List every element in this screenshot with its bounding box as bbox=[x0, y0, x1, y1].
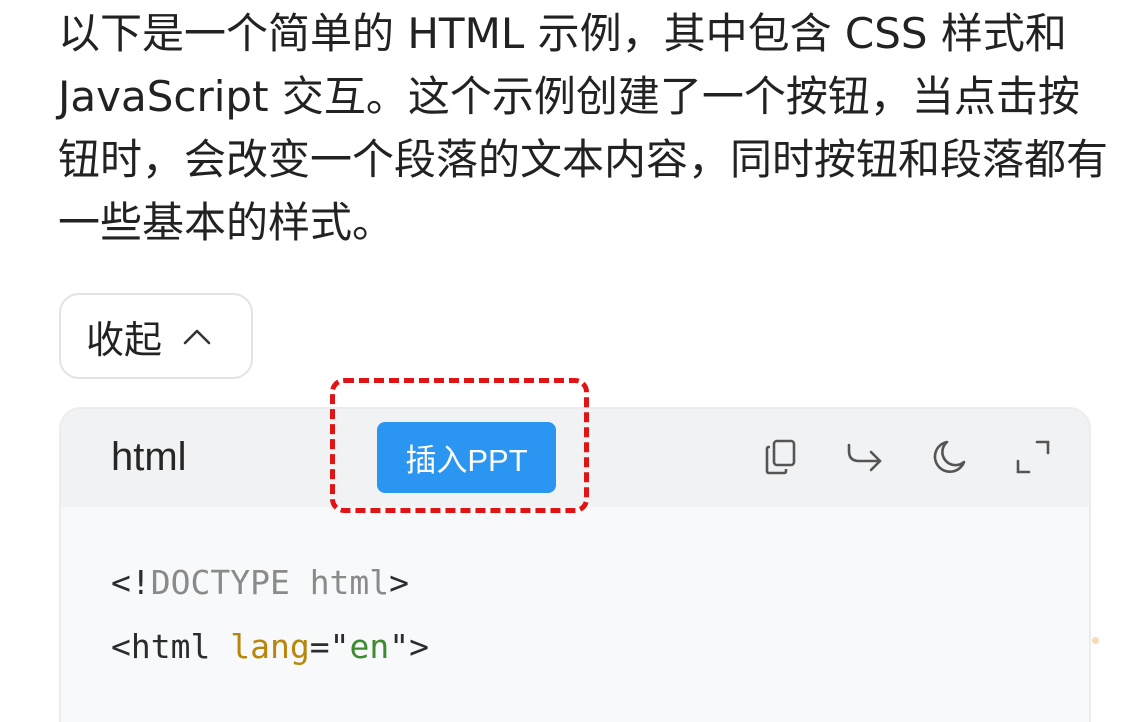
moon-icon[interactable] bbox=[929, 437, 969, 477]
expand-icon[interactable] bbox=[1013, 437, 1053, 477]
intro-paragraph: 以下是一个简单的 HTML 示例，其中包含 CSS 样式和 JavaScript… bbox=[58, 9, 1109, 247]
code-token: > bbox=[409, 627, 429, 666]
collapse-label: 收起 bbox=[86, 317, 163, 362]
redo-icon[interactable] bbox=[845, 437, 885, 477]
code-token: DOCTYPE html bbox=[150, 563, 390, 602]
collapse-button[interactable]: 收起 bbox=[59, 293, 253, 379]
code-token: " bbox=[329, 627, 350, 666]
code-token: < bbox=[111, 563, 131, 602]
code-token: ! bbox=[130, 563, 151, 602]
code-token: en bbox=[349, 627, 390, 666]
copy-icon[interactable] bbox=[761, 437, 801, 477]
code-language-label: html bbox=[111, 435, 187, 479]
code-token: = bbox=[309, 627, 330, 666]
code-token: > bbox=[389, 563, 410, 602]
code-block: html 插入PPT <!DOCTYPE html> <html lang="e… bbox=[59, 407, 1091, 722]
chevron-up-icon bbox=[182, 326, 212, 346]
code-content: <!DOCTYPE html> <html lang="en"> bbox=[111, 551, 429, 679]
code-block-header: html 插入PPT bbox=[61, 409, 1089, 507]
code-line: <!DOCTYPE html> bbox=[111, 551, 429, 615]
code-token: < bbox=[111, 627, 131, 666]
decorative-dot bbox=[1092, 637, 1099, 644]
code-token: lang bbox=[230, 627, 310, 666]
code-token: " bbox=[389, 627, 410, 666]
code-line: <html lang="en"> bbox=[111, 615, 429, 679]
code-token: html bbox=[130, 627, 211, 666]
insert-ppt-button[interactable]: 插入PPT bbox=[377, 422, 556, 493]
